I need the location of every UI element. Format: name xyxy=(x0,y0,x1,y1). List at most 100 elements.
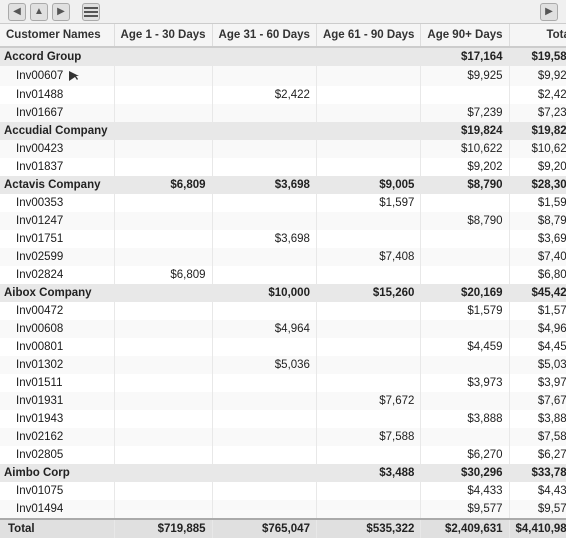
detail-row[interactable]: Inv00472$1,579$1,579 xyxy=(0,302,566,320)
cell-age1_30 xyxy=(114,500,212,519)
invoice-name: Inv01667 xyxy=(0,104,114,122)
detail-row[interactable]: Inv01837$9,202$9,202 xyxy=(0,158,566,176)
group-row[interactable]: Accord Group$17,164$19,586 xyxy=(0,47,566,66)
cell-age90plus: $8,790 xyxy=(421,176,509,194)
cell-total: $8,790 xyxy=(509,212,566,230)
cell-total: $7,408 xyxy=(509,248,566,266)
detail-row[interactable]: Inv01488$2,422$2,422 xyxy=(0,86,566,104)
cell-age90plus xyxy=(421,428,509,446)
detail-row[interactable]: Inv02162$7,588$7,588 xyxy=(0,428,566,446)
cell-total: $9,577 xyxy=(509,500,566,519)
total-age61_90: $535,322 xyxy=(316,519,420,538)
detail-row[interactable]: Inv02824$6,809$6,809 xyxy=(0,266,566,284)
cell-age61_90: $1,597 xyxy=(316,194,420,212)
detail-row[interactable]: Inv00608$4,964$4,964 xyxy=(0,320,566,338)
cell-age31_60: $3,698 xyxy=(212,230,316,248)
cell-total: $6,809 xyxy=(509,266,566,284)
group-row[interactable]: Aibox Company$10,000$15,260$20,169$45,42… xyxy=(0,284,566,302)
nav-back-button[interactable]: ◀ xyxy=(8,3,26,21)
col-age61-90: Age 61 - 90 Days xyxy=(316,24,420,47)
cell-age1_30 xyxy=(114,338,212,356)
col-customer-names: Customer Names xyxy=(0,24,114,47)
detail-row[interactable]: Inv00423$10,622$10,622 xyxy=(0,140,566,158)
detail-row[interactable]: Inv01247$8,790$8,790 xyxy=(0,212,566,230)
cell-age1_30 xyxy=(114,194,212,212)
cell-age31_60 xyxy=(212,212,316,230)
detail-row[interactable]: Inv00353$1,597$1,597 xyxy=(0,194,566,212)
detail-row[interactable]: Inv02599$7,408$7,408 xyxy=(0,248,566,266)
cell-age61_90 xyxy=(316,302,420,320)
group-name: Aimbo Corp xyxy=(0,464,114,482)
invoice-name: Inv00423 xyxy=(0,140,114,158)
cell-total: $9,925 xyxy=(509,66,566,86)
cell-age31_60 xyxy=(212,428,316,446)
cell-age1_30 xyxy=(114,212,212,230)
cell-age61_90 xyxy=(316,66,420,86)
detail-row[interactable]: Inv01494$9,577$9,577 xyxy=(0,500,566,519)
cell-age61_90 xyxy=(316,140,420,158)
cell-age90plus: $9,577 xyxy=(421,500,509,519)
invoice-name: Inv01751 xyxy=(0,230,114,248)
cell-age1_30 xyxy=(114,140,212,158)
detail-row[interactable]: Inv01943$3,888$3,888 xyxy=(0,410,566,428)
cell-age90plus: $6,270 xyxy=(421,446,509,464)
cell-age1_30 xyxy=(114,410,212,428)
total-label: Total xyxy=(0,519,114,538)
total-total: $4,410,983 xyxy=(509,519,566,538)
detail-row[interactable]: Inv01511$3,973$3,973 xyxy=(0,374,566,392)
total-age31_60: $765,047 xyxy=(212,519,316,538)
detail-row[interactable]: Inv00607 $9,925$9,925 xyxy=(0,66,566,86)
cell-age31_60 xyxy=(212,158,316,176)
cell-age61_90 xyxy=(316,122,420,140)
detail-row[interactable]: Inv01302$5,036$5,036 xyxy=(0,356,566,374)
detail-row[interactable]: Inv00801$4,459$4,459 xyxy=(0,338,566,356)
cell-age61_90 xyxy=(316,374,420,392)
total-age90plus: $2,409,631 xyxy=(421,519,509,538)
detail-row[interactable]: Inv01667$7,239$7,239 xyxy=(0,104,566,122)
group-row[interactable]: Actavis Company$6,809$3,698$9,005$8,790$… xyxy=(0,176,566,194)
cell-total: $10,622 xyxy=(509,140,566,158)
nav-forward-button[interactable]: ▶ xyxy=(52,3,70,21)
cell-age61_90 xyxy=(316,266,420,284)
cell-age31_60 xyxy=(212,500,316,519)
scroll-right-button[interactable]: ▶ xyxy=(540,3,558,21)
top-bar: ◀ ▲ ▶ ▶ xyxy=(0,0,566,24)
invoice-name: Inv00801 xyxy=(0,338,114,356)
cell-age90plus: $4,433 xyxy=(421,482,509,500)
invoice-name: Inv01302 xyxy=(0,356,114,374)
detail-row[interactable]: Inv01075$4,433$4,433 xyxy=(0,482,566,500)
cell-age61_90 xyxy=(316,338,420,356)
cell-age90plus xyxy=(421,86,509,104)
invoice-name: Inv01247 xyxy=(0,212,114,230)
detail-row[interactable]: Inv01931$7,672$7,672 xyxy=(0,392,566,410)
group-row[interactable]: Aimbo Corp$3,488$30,296$33,784 xyxy=(0,464,566,482)
detail-row[interactable]: Inv01751$3,698$3,698 xyxy=(0,230,566,248)
invoice-name: Inv01931 xyxy=(0,392,114,410)
cell-age1_30 xyxy=(114,284,212,302)
cell-age61_90 xyxy=(316,320,420,338)
cell-total: $7,672 xyxy=(509,392,566,410)
total-age1_30: $719,885 xyxy=(114,519,212,538)
cell-age61_90: $15,260 xyxy=(316,284,420,302)
cell-age90plus: $9,925 xyxy=(421,66,509,86)
group-name: Accord Group xyxy=(0,47,114,66)
cell-total: $28,302 xyxy=(509,176,566,194)
cell-age61_90 xyxy=(316,47,420,66)
detail-row[interactable]: Inv02805$6,270$6,270 xyxy=(0,446,566,464)
cell-total: $4,964 xyxy=(509,320,566,338)
cell-age61_90: $9,005 xyxy=(316,176,420,194)
cell-age90plus xyxy=(421,320,509,338)
cell-age61_90 xyxy=(316,356,420,374)
cell-age61_90 xyxy=(316,230,420,248)
cell-age31_60 xyxy=(212,392,316,410)
group-name: Aibox Company xyxy=(0,284,114,302)
cell-age31_60 xyxy=(212,302,316,320)
cell-age90plus: $20,169 xyxy=(421,284,509,302)
group-row[interactable]: Accudial Company$19,824$19,824 xyxy=(0,122,566,140)
hamburger-menu[interactable] xyxy=(82,3,100,21)
cell-age61_90: $7,588 xyxy=(316,428,420,446)
cell-total: $9,202 xyxy=(509,158,566,176)
cell-total: $1,579 xyxy=(509,302,566,320)
nav-up-button[interactable]: ▲ xyxy=(30,3,48,21)
invoice-name: Inv01511 xyxy=(0,374,114,392)
